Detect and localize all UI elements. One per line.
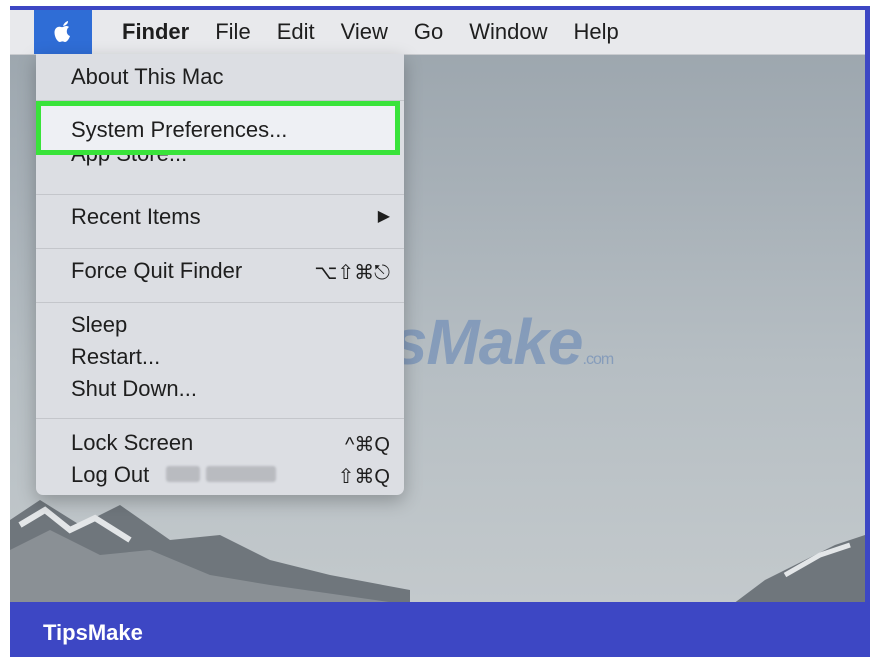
menu-item-restart[interactable]: Restart... (71, 344, 160, 370)
menu-separator (36, 418, 404, 419)
menu-item-about-this-mac[interactable]: About This Mac (71, 64, 223, 90)
apple-dropdown-menu: About This Mac App Store... System Prefe… (36, 54, 404, 495)
log-out-shortcut: ⇧⌘Q (337, 466, 390, 488)
desktop: TipsMake.com Finder File Edit View Go Wi… (10, 10, 865, 602)
menu-go[interactable]: Go (414, 10, 443, 54)
menu-file[interactable]: File (215, 10, 250, 54)
menu-separator (36, 194, 404, 195)
blurred-username (166, 466, 200, 482)
menu-item-shut-down[interactable]: Shut Down... (71, 376, 197, 402)
menu-item-recent-items[interactable]: Recent Items (71, 204, 201, 230)
force-quit-shortcut: ⌥⇧⌘⎋ (314, 262, 390, 284)
mountain-right (735, 535, 865, 602)
menu-bar: Finder File Edit View Go Window Help (10, 10, 865, 55)
menu-item-app-store[interactable]: App Store... (71, 154, 187, 168)
menu-item-force-quit[interactable]: Force Quit Finder (71, 258, 242, 284)
menu-finder[interactable]: Finder (122, 10, 189, 54)
menu-item-system-preferences[interactable]: System Preferences... (71, 117, 287, 143)
mountain-left (10, 500, 410, 602)
menu-view[interactable]: View (341, 10, 388, 54)
menu-separator (36, 302, 404, 303)
apple-menu-button[interactable] (34, 10, 92, 54)
blurred-username (206, 466, 276, 482)
footer-brand: TipsMake (43, 620, 143, 645)
menu-item-log-out[interactable]: Log Out (71, 462, 149, 488)
submenu-arrow-icon: ▶ (377, 208, 390, 225)
apple-icon (54, 21, 70, 42)
menu-edit[interactable]: Edit (277, 10, 315, 54)
menu-separator (36, 248, 404, 249)
menu-item-sleep[interactable]: Sleep (71, 312, 127, 338)
menu-help[interactable]: Help (574, 10, 619, 54)
system-preferences-highlight[interactable]: System Preferences... (36, 101, 400, 155)
lock-screen-shortcut: ^⌘Q (345, 434, 390, 456)
menu-item-lock-screen[interactable]: Lock Screen (71, 430, 193, 456)
menu-window[interactable]: Window (469, 10, 547, 54)
